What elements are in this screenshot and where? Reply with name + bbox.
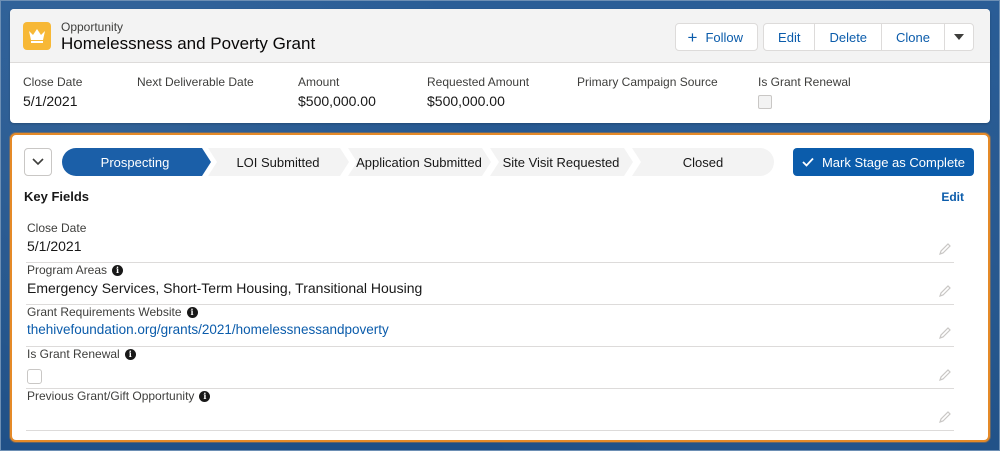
field-label: Close Date [27,221,86,235]
highlight-value: 5/1/2021 [23,93,78,109]
highlight-label: Is Grant Renewal [758,75,851,89]
follow-button[interactable]: + Follow [674,23,759,51]
pencil-icon[interactable] [938,326,952,340]
field-label: Previous Grant/Gift Opportunity i [27,389,211,403]
path-stage-closed[interactable]: Closed [632,148,774,176]
path-toggle-button[interactable] [24,148,52,176]
highlight-label: Close Date [23,75,83,89]
mark-stage-label: Mark Stage as Complete [821,154,966,170]
path-stage-application-submitted[interactable]: Application Submitted [348,148,491,176]
field-value: 5/1/2021 [27,238,82,254]
plus-icon: + [687,27,698,47]
highlight-requested-amount: Requested Amount $500,000.00 [427,75,529,109]
path-panel: Prospecting LOI Submitted Application Su… [10,133,990,442]
pencil-icon[interactable] [938,242,952,256]
path-stage-loi-submitted[interactable]: LOI Submitted [208,148,349,176]
stage-label: Site Visit Requested [502,154,620,170]
info-icon[interactable]: i [199,390,211,402]
stage-label: Prospecting [100,154,170,170]
field-is-grant-renewal: Is Grant Renewal i [26,347,954,389]
highlight-label: Next Deliverable Date [137,75,254,89]
field-close-date: Close Date 5/1/2021 [26,221,954,263]
mark-stage-complete-button[interactable]: Mark Stage as Complete [793,148,974,176]
key-fields-edit-link[interactable]: Edit [941,190,964,204]
path-stage-prospecting[interactable]: Prospecting [62,148,211,176]
highlight-amount: Amount $500,000.00 [298,75,376,109]
clone-button[interactable]: Clone [881,23,945,51]
record-header-top: Opportunity Homelessness and Poverty Gra… [10,9,990,63]
follow-label: Follow [705,29,744,45]
field-label-text: Previous Grant/Gift Opportunity [27,389,195,403]
field-value: Emergency Services, Short-Term Housing, … [27,280,423,296]
field-previous-grant-gift-opportunity: Previous Grant/Gift Opportunity i [26,389,954,431]
highlight-value: $500,000.00 [298,93,376,109]
path-stage-site-visit-requested[interactable]: Site Visit Requested [490,148,633,176]
info-icon[interactable]: i [112,264,124,276]
highlight-label: Requested Amount [427,75,530,89]
path-stages: Prospecting LOI Submitted Application Su… [62,148,774,176]
info-icon[interactable]: i [186,306,198,318]
record-title: Homelessness and Poverty Grant [61,34,316,53]
field-grant-requirements-website: Grant Requirements Website i thehivefoun… [26,305,954,347]
highlight-next-deliverable-date: Next Deliverable Date [137,75,254,93]
highlights-panel: Close Date 5/1/2021 Next Deliverable Dat… [23,75,990,119]
grant-website-link[interactable]: thehivefoundation.org/grants/2021/homele… [27,322,389,337]
highlight-close-date: Close Date 5/1/2021 [23,75,82,109]
highlight-primary-campaign-source: Primary Campaign Source [577,75,718,93]
info-icon[interactable]: i [124,348,136,360]
field-label-text: Program Areas [27,263,108,277]
stage-label: Application Submitted [356,154,482,170]
pencil-icon[interactable] [938,410,952,424]
field-program-areas: Program Areas i Emergency Services, Shor… [26,263,954,305]
highlight-is-grant-renewal: Is Grant Renewal [758,75,851,109]
field-label-text: Grant Requirements Website [27,305,182,319]
caret-down-icon [954,34,964,40]
highlight-label: Amount [298,75,340,89]
object-label: Opportunity [61,20,124,34]
field-label: Grant Requirements Website i [27,305,198,319]
field-label-text: Is Grant Renewal [27,347,120,361]
highlight-value: $500,000.00 [427,93,505,109]
edit-button[interactable]: Edit [763,23,816,51]
field-label: Is Grant Renewal i [27,347,136,361]
pencil-icon[interactable] [938,284,952,298]
stage-label: Closed [682,154,724,170]
crown-icon [23,22,51,50]
checkmark-icon [802,157,814,167]
record-header: Opportunity Homelessness and Poverty Gra… [10,9,990,123]
grant-renewal-checkbox [758,95,772,109]
more-actions-button[interactable] [944,23,974,51]
pencil-icon[interactable] [938,368,952,382]
chevron-down-icon [32,158,44,166]
grant-renewal-field-checkbox [27,369,42,384]
header-actions: + Follow Edit Delete Clone [674,23,974,51]
delete-button[interactable]: Delete [814,23,883,51]
highlight-label: Primary Campaign Source [577,75,718,89]
field-label: Program Areas i [27,263,124,277]
field-label-text: Close Date [27,221,87,235]
key-fields-heading: Key Fields [24,189,90,204]
stage-label: LOI Submitted [236,154,320,170]
